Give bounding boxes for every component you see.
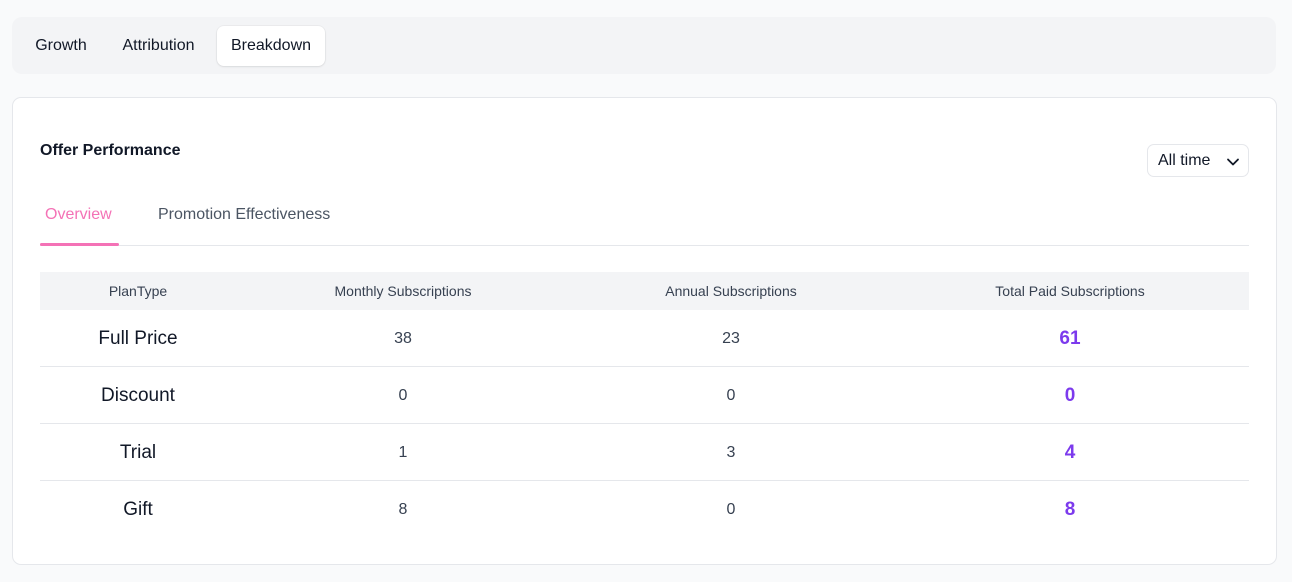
col-header-plantype: PlanType [108, 283, 168, 299]
chevron-down-icon [1227, 158, 1239, 166]
tab-attribution[interactable]: Attribution [108, 26, 209, 66]
total-cell: 61 [1059, 328, 1081, 349]
plan-type-cell: Gift [123, 499, 153, 520]
plan-type-cell: Trial [119, 442, 157, 463]
tab-breakdown[interactable]: Breakdown [217, 26, 325, 66]
total-cell: 8 [1064, 499, 1076, 520]
table-row: Discount 0 0 0 [40, 367, 1249, 424]
table-row: Gift 8 0 8 [40, 481, 1249, 538]
monthly-cell: 38 [394, 330, 412, 347]
top-tab-bar: Growth Attribution Breakdown [12, 17, 1276, 74]
plan-type-cell: Discount [101, 385, 175, 406]
col-header-total: Total Paid Subscriptions [995, 283, 1145, 299]
offer-table: PlanType Monthly Subscriptions Annual Su… [40, 272, 1249, 538]
tab-growth[interactable]: Growth [22, 26, 100, 66]
table-header: PlanType Monthly Subscriptions Annual Su… [40, 272, 1249, 310]
time-range-value: All time [1158, 152, 1211, 169]
tab-overview[interactable]: Overview [45, 206, 112, 224]
table-row: Trial 1 3 4 [40, 424, 1249, 481]
annual-cell: 0 [726, 387, 736, 404]
col-header-annual: Annual Subscriptions [665, 283, 797, 299]
tab-promotion-effectiveness[interactable]: Promotion Effectiveness [158, 206, 330, 224]
monthly-cell: 8 [398, 501, 408, 518]
active-tab-indicator [40, 243, 119, 246]
table-row: Full Price 38 23 61 [40, 310, 1249, 367]
offer-performance-card: Offer Performance All time Overview Prom… [12, 97, 1277, 565]
plan-type-cell: Full Price [98, 328, 178, 349]
annual-cell: 3 [726, 444, 736, 461]
monthly-cell: 1 [398, 444, 408, 461]
annual-cell: 23 [722, 330, 740, 347]
time-range-select[interactable]: All time [1147, 144, 1249, 177]
col-header-monthly: Monthly Subscriptions [334, 283, 472, 299]
sub-tab-bar: Overview Promotion Effectiveness [40, 198, 1249, 246]
annual-cell: 0 [726, 501, 736, 518]
total-cell: 0 [1064, 385, 1076, 406]
card-title: Offer Performance [40, 142, 181, 159]
monthly-cell: 0 [398, 387, 408, 404]
total-cell: 4 [1064, 442, 1076, 463]
